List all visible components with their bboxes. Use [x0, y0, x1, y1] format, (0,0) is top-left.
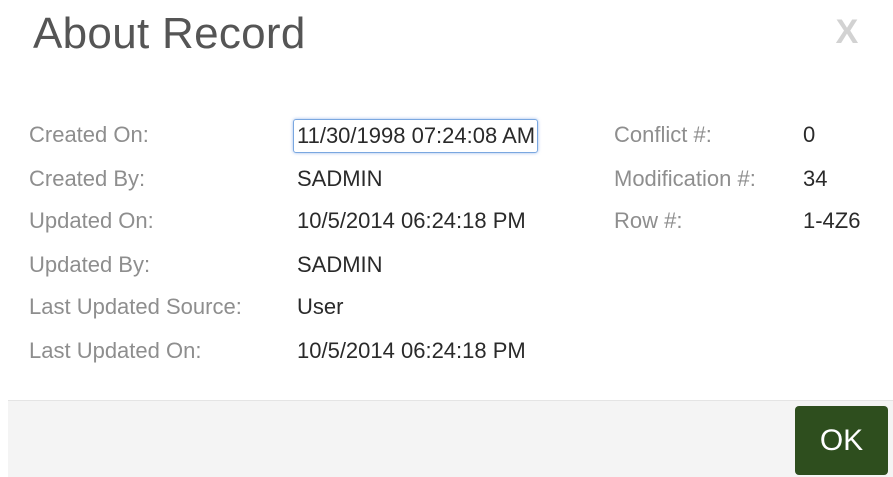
- last-updated-on-value[interactable]: 10/5/2014 06:24:18 PM: [297, 335, 526, 367]
- created-on-value[interactable]: 11/30/1998 07:24:08 AM: [293, 119, 539, 153]
- last-updated-on-label: Last Updated On:: [29, 338, 202, 363]
- updated-on-label: Updated On:: [29, 208, 154, 233]
- ok-button[interactable]: OK: [795, 406, 888, 475]
- updated-on-value[interactable]: 10/5/2014 06:24:18 PM: [297, 205, 526, 237]
- dialog-footer: [8, 400, 893, 477]
- about-record-dialog: About Record X Created On: 11/30/1998 07…: [0, 0, 893, 477]
- close-icon[interactable]: X: [830, 10, 864, 54]
- created-on-label: Created On:: [29, 122, 149, 147]
- modification-value[interactable]: 34: [803, 163, 827, 195]
- updated-by-value[interactable]: SADMIN: [297, 249, 383, 281]
- updated-by-label: Updated By:: [29, 252, 151, 277]
- created-by-label: Created By:: [29, 166, 146, 191]
- row-value[interactable]: 1-4Z6: [803, 205, 860, 237]
- conflict-value[interactable]: 0: [803, 119, 815, 151]
- conflict-label: Conflict #:: [614, 122, 712, 147]
- last-updated-source-value[interactable]: User: [297, 291, 343, 323]
- created-by-value[interactable]: SADMIN: [297, 163, 383, 195]
- modification-label: Modification #:: [614, 166, 756, 191]
- row-label: Row #:: [614, 208, 683, 233]
- dialog-title: About Record: [33, 9, 306, 58]
- last-updated-source-label: Last Updated Source:: [29, 294, 242, 319]
